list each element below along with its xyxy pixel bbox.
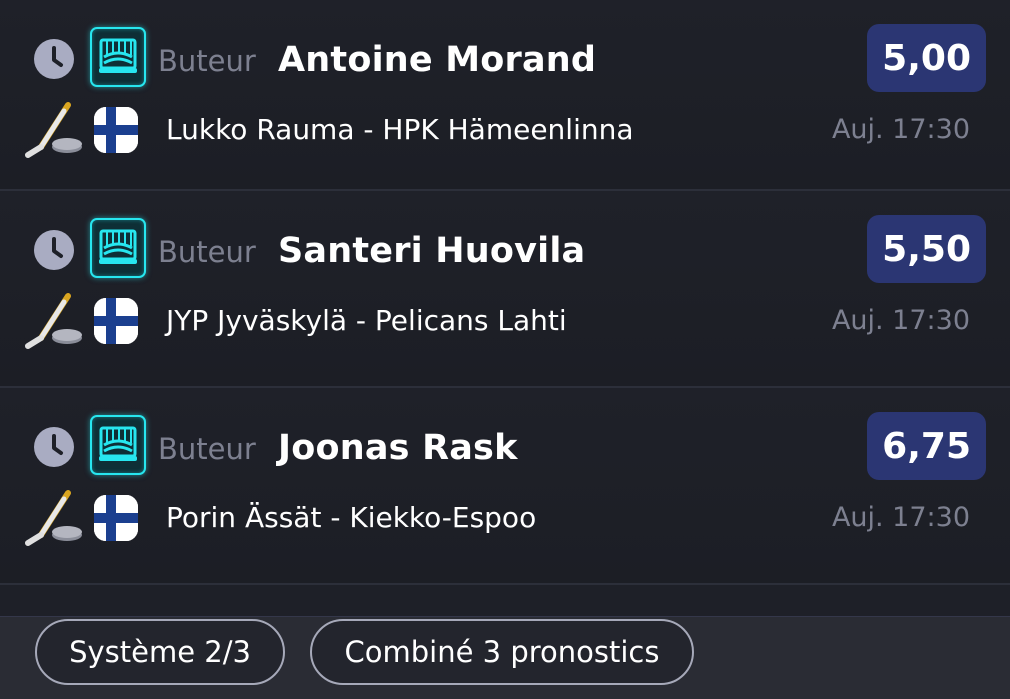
bet-list: Buteur Antoine Morand 5,00 Lukko Rauma -…: [0, 0, 1010, 585]
bet-type-label: Buteur: [158, 432, 256, 466]
match-time: Auj. 17:30: [831, 305, 970, 336]
odds-button[interactable]: 6,75: [867, 412, 986, 480]
bet-mode-bar: Système 2/3 Combiné 3 pronostics: [0, 616, 1010, 699]
finland-flag-icon: [94, 107, 138, 153]
bet-item[interactable]: Buteur Antoine Morand 5,00 Lukko Rauma -…: [0, 0, 1010, 191]
clock-icon: [34, 427, 74, 467]
odds-button[interactable]: 5,50: [867, 215, 986, 283]
bet-type-label: Buteur: [158, 235, 256, 269]
player-name: Antoine Morand: [278, 40, 597, 80]
match-time: Auj. 17:30: [831, 114, 970, 145]
ice-hockey-icon: [24, 293, 86, 351]
clock-icon: [34, 230, 74, 270]
player-name: Santeri Huovila: [278, 231, 586, 271]
finland-flag-icon: [94, 298, 138, 344]
finland-flag-icon: [94, 495, 138, 541]
ice-hockey-icon: [24, 102, 86, 160]
match-name: Lukko Rauma - HPK Hämeenlinna: [166, 113, 634, 146]
bet-item[interactable]: Buteur Santeri Huovila 5,50 JYP Jyväskyl…: [0, 191, 1010, 388]
match-time: Auj. 17:30: [831, 502, 970, 533]
odds-button[interactable]: 5,00: [867, 24, 986, 92]
combo-bet-button[interactable]: Combiné 3 pronostics: [310, 619, 694, 685]
hockey-goal-icon: [90, 415, 146, 475]
match-name: JYP Jyväskylä - Pelicans Lahti: [166, 304, 567, 337]
match-name: Porin Ässät - Kiekko-Espoo: [166, 501, 537, 534]
player-name: Joonas Rask: [278, 428, 518, 468]
clock-icon: [34, 39, 74, 79]
ice-hockey-icon: [24, 490, 86, 548]
system-bet-button[interactable]: Système 2/3: [35, 619, 285, 685]
hockey-goal-icon: [90, 218, 146, 278]
hockey-goal-icon: [90, 27, 146, 87]
bet-type-label: Buteur: [158, 44, 256, 78]
bet-item[interactable]: Buteur Joonas Rask 6,75 Porin Ässät - Ki…: [0, 388, 1010, 585]
